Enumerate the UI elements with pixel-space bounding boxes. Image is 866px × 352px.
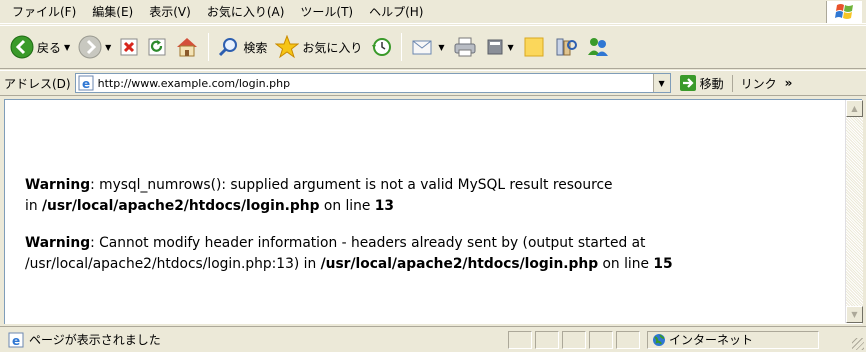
links-chevron-icon[interactable]: » [785, 76, 793, 90]
ie-page-icon: e [78, 75, 94, 91]
status-text: ページが表示されました [29, 333, 161, 347]
address-bar: アドレス(D) e http://www.example.com/login.p… [0, 70, 866, 96]
windows-logo-icon [826, 1, 862, 23]
warning-label: Warning [25, 177, 91, 193]
toolbar-divider [401, 33, 403, 61]
edit-page-icon [487, 39, 503, 55]
home-button[interactable] [171, 30, 203, 64]
note-icon [524, 37, 544, 57]
scroll-down-button[interactable]: ▼ [846, 306, 863, 323]
toolbar-divider [208, 33, 210, 61]
menu-edit[interactable]: 編集(E) [84, 2, 141, 22]
search-label: 検索 [243, 40, 268, 55]
back-button[interactable]: 戻る ▼ [6, 30, 74, 64]
back-arrow-icon [10, 35, 34, 59]
warning-text: : mysql_numrows(): supplied argument is … [90, 177, 613, 193]
history-icon [372, 38, 392, 56]
go-button[interactable]: 移動 [679, 74, 724, 92]
messenger-button[interactable] [582, 30, 614, 64]
page-body: Warning: mysql_numrows(): supplied argum… [25, 175, 837, 291]
stop-icon [120, 38, 138, 56]
menu-bar: ファイル(F) 編集(E) 表示(V) お気に入り(A) ツール(T) ヘルプ(… [0, 0, 866, 24]
warning-path: /usr/local/apache2/htdocs/login.php [41, 198, 320, 214]
ie-page-icon: e [8, 332, 24, 348]
home-icon [177, 38, 198, 57]
favorites-button[interactable]: お気に入り [271, 30, 366, 64]
menu-tools[interactable]: ツール(T) [292, 2, 361, 22]
zone-label: インターネット [669, 333, 754, 347]
svg-text:e: e [82, 77, 90, 91]
status-bar: e ページが表示されました インターネット [0, 326, 866, 352]
go-label: 移動 [699, 76, 724, 91]
forward-arrow-icon [78, 35, 102, 59]
messenger-icon [587, 38, 608, 56]
chevron-down-icon[interactable]: ▼ [652, 74, 670, 92]
address-label: アドレス(D) [4, 76, 71, 91]
address-url[interactable]: http://www.example.com/login.php [98, 77, 290, 90]
svg-text:e: e [12, 334, 20, 348]
warning-line-text: on line [598, 256, 654, 272]
refresh-icon [148, 38, 166, 56]
address-input[interactable]: e http://www.example.com/login.php ▼ [74, 73, 671, 93]
warning-message: Warning: Cannot modify header informatio… [25, 233, 837, 275]
go-arrow-icon [679, 75, 696, 91]
warning-line-text: on line [319, 198, 375, 214]
research-icon [556, 38, 577, 56]
refresh-button[interactable] [143, 30, 171, 64]
mail-icon [412, 40, 432, 55]
warning-line-number: 13 [374, 198, 394, 214]
edit-button[interactable]: ▼ [481, 30, 518, 64]
status-panel [589, 330, 613, 349]
menu-help[interactable]: ヘルプ(H) [361, 2, 431, 22]
toolbar: 戻る ▼ ▼ 検索 お気に入り ▼ ▼ [0, 25, 866, 69]
menu-view[interactable]: 表示(V) [141, 2, 199, 22]
warning-path: /usr/local/apache2/htdocs/login.php [320, 256, 599, 272]
history-button[interactable] [366, 30, 396, 64]
status-panel [616, 330, 640, 349]
status-panel [562, 330, 586, 349]
scroll-up-button[interactable]: ▲ [846, 100, 863, 117]
mail-button[interactable]: ▼ [407, 30, 448, 64]
chevron-down-icon[interactable]: ▼ [64, 43, 70, 52]
status-message: e ページが表示されました [0, 330, 508, 350]
research-button[interactable] [550, 30, 582, 64]
discuss-button[interactable] [518, 30, 550, 64]
resize-grip-icon[interactable] [852, 338, 864, 350]
status-panel [508, 330, 532, 349]
back-label: 戻る [37, 40, 62, 55]
favorites-label: お気に入り [302, 40, 363, 55]
warning-label: Warning [25, 235, 91, 251]
menu-favorites[interactable]: お気に入り(A) [199, 2, 293, 22]
warning-line-number: 15 [653, 256, 673, 272]
vertical-scrollbar[interactable]: ▲ ▼ [845, 100, 863, 323]
warning-in-text: in [25, 198, 42, 214]
chevron-down-icon[interactable]: ▼ [438, 43, 444, 52]
security-zone[interactable]: インターネット [647, 330, 819, 349]
stop-button[interactable] [115, 30, 143, 64]
search-button[interactable]: 検索 [214, 30, 271, 64]
print-button[interactable] [449, 30, 481, 64]
page-content: Warning: mysql_numrows(): supplied argum… [4, 99, 863, 324]
chevron-down-icon[interactable]: ▼ [508, 43, 514, 52]
scroll-track[interactable] [846, 117, 863, 306]
links-button[interactable]: リンク [731, 74, 777, 92]
menu-file[interactable]: ファイル(F) [4, 2, 84, 22]
forward-button[interactable]: ▼ [74, 30, 115, 64]
star-icon [275, 35, 300, 59]
chevron-down-icon[interactable]: ▼ [105, 43, 111, 52]
globe-icon [653, 333, 665, 346]
search-icon [219, 38, 238, 57]
print-icon [454, 37, 476, 57]
status-panel [535, 330, 559, 349]
warning-message: Warning: mysql_numrows(): supplied argum… [25, 175, 837, 217]
